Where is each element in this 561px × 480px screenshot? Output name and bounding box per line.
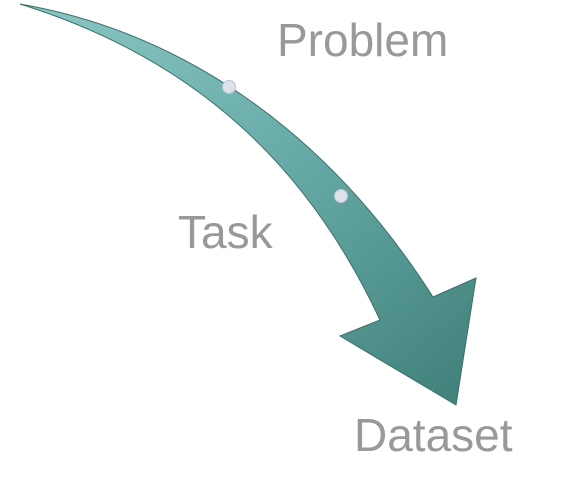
pipeline-diagram: Problem Task Dataset — [0, 0, 561, 480]
dataset-label: Dataset — [354, 409, 513, 461]
waypoint-dot-icon — [222, 80, 236, 94]
curved-arrow-icon — [19, 3, 477, 406]
task-label: Task — [178, 206, 273, 258]
waypoint-dot-icon — [334, 189, 348, 203]
problem-label: Problem — [277, 14, 449, 66]
